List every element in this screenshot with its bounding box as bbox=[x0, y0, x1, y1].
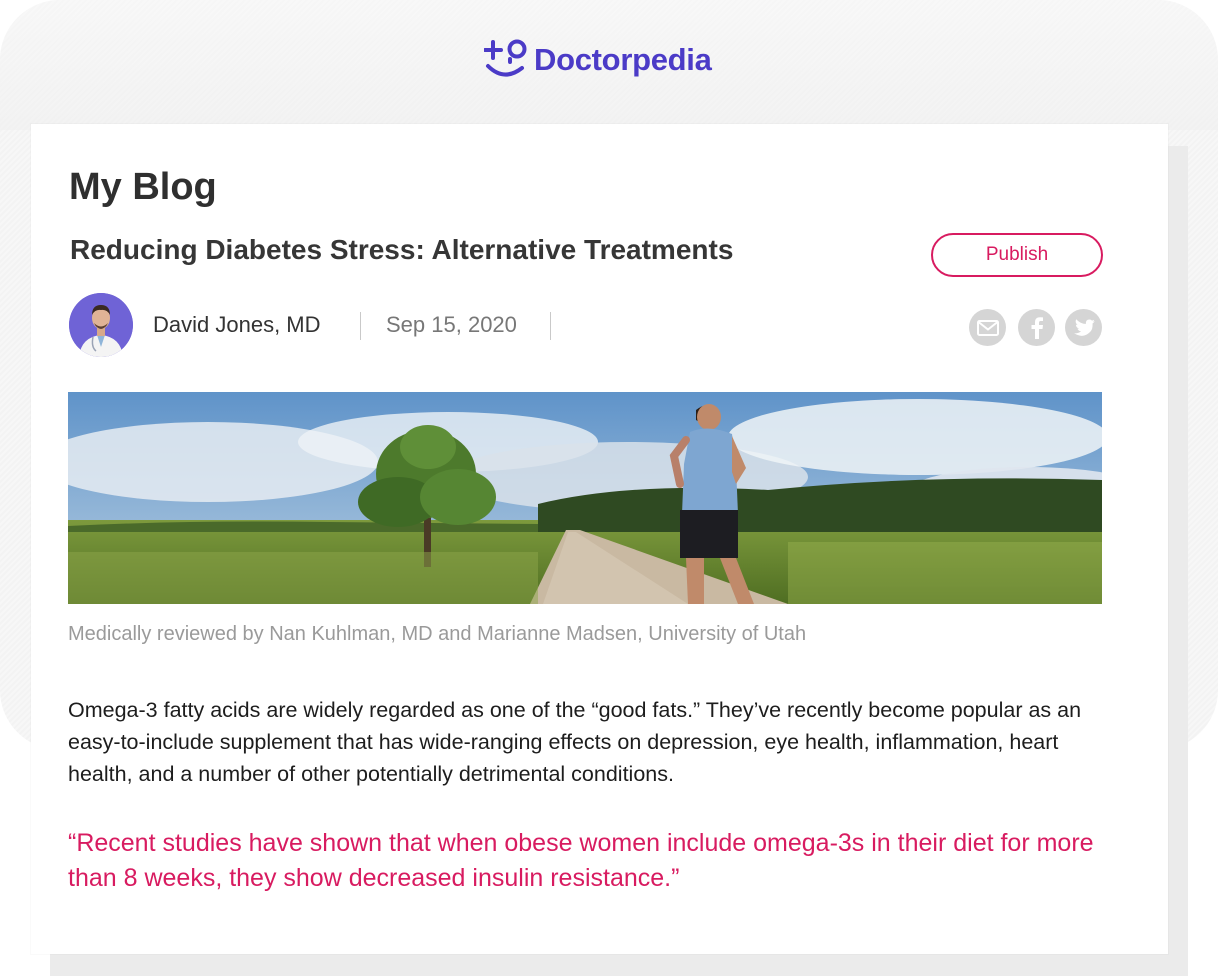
post-body: Omega-3 fatty acids are widely regarded … bbox=[68, 698, 1082, 786]
share-facebook-button[interactable] bbox=[1018, 309, 1055, 346]
meta-divider bbox=[550, 312, 551, 340]
pull-quote: “Recent studies have shown that when obe… bbox=[68, 829, 1094, 892]
hero-image bbox=[68, 392, 1102, 604]
meta-divider bbox=[360, 312, 361, 340]
twitter-icon bbox=[1073, 318, 1095, 336]
doctor-avatar-image bbox=[69, 293, 133, 357]
post-date: Sep 15, 2020 bbox=[386, 312, 517, 337]
post-title: Reducing Diabetes Stress: Alternative Tr… bbox=[70, 234, 734, 265]
mail-icon bbox=[976, 319, 999, 336]
brand-logo[interactable]: Doctorpedia bbox=[484, 38, 712, 82]
plus-smile-logo-icon bbox=[484, 39, 527, 77]
facebook-icon bbox=[1031, 316, 1043, 339]
author-avatar[interactable] bbox=[69, 293, 133, 357]
publish-button[interactable]: Publish bbox=[931, 233, 1103, 277]
share-mail-button[interactable] bbox=[969, 309, 1006, 346]
review-note: Medically reviewed by Nan Kuhlman, MD an… bbox=[68, 623, 807, 645]
runner-landscape-image bbox=[68, 392, 1102, 604]
share-twitter-button[interactable] bbox=[1065, 309, 1102, 346]
page-title: My Blog bbox=[69, 166, 217, 208]
brand-name: Doctorpedia bbox=[534, 42, 712, 77]
author-name[interactable]: David Jones, MD bbox=[153, 312, 321, 338]
